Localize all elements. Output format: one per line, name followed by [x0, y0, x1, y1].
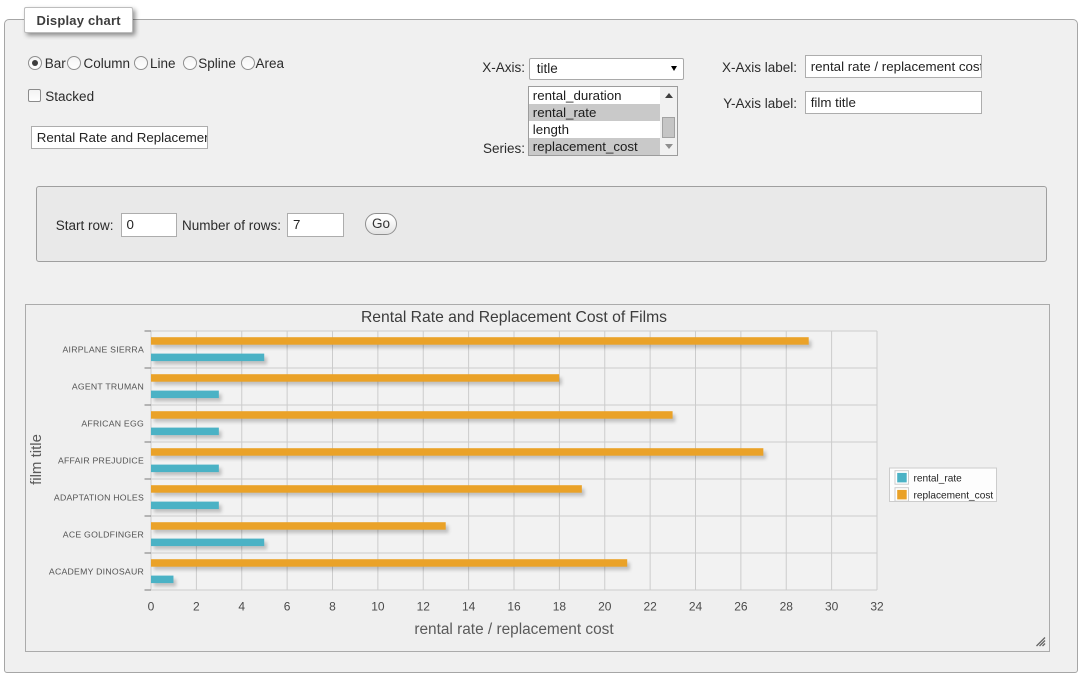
svg-text:18: 18	[552, 600, 566, 614]
svg-text:rental_rate: rental_rate	[913, 474, 962, 485]
svg-text:0: 0	[147, 600, 154, 614]
svg-text:2: 2	[193, 600, 200, 614]
svg-text:AFRICAN EGG: AFRICAN EGG	[81, 419, 144, 429]
svg-text:ADAPTATION HOLES: ADAPTATION HOLES	[53, 493, 143, 503]
svg-text:22: 22	[643, 600, 657, 614]
svg-text:ACADEMY DINOSAUR: ACADEMY DINOSAUR	[48, 567, 143, 577]
svg-text:AIRPLANE SIERRA: AIRPLANE SIERRA	[62, 345, 143, 355]
svg-text:AFFAIR PREJUDICE: AFFAIR PREJUDICE	[57, 456, 143, 466]
svg-text:28: 28	[779, 600, 793, 614]
svg-text:ACE GOLDFINGER: ACE GOLDFINGER	[62, 530, 143, 540]
svg-text:10: 10	[371, 600, 385, 614]
svg-text:32: 32	[870, 600, 884, 614]
svg-text:30: 30	[824, 600, 838, 614]
svg-text:film title: film title	[28, 434, 45, 485]
svg-text:24: 24	[688, 600, 702, 614]
svg-text:14: 14	[461, 600, 475, 614]
svg-text:AGENT TRUMAN: AGENT TRUMAN	[71, 382, 143, 392]
svg-text:replacement_cost: replacement_cost	[913, 491, 993, 502]
svg-text:26: 26	[734, 600, 748, 614]
svg-text:4: 4	[238, 600, 245, 614]
svg-text:12: 12	[416, 600, 430, 614]
svg-text:Rental Rate and Replacement Co: Rental Rate and Replacement Cost of Film…	[360, 309, 666, 326]
svg-text:8: 8	[329, 600, 336, 614]
svg-text:6: 6	[283, 600, 290, 614]
svg-text:20: 20	[598, 600, 612, 614]
svg-text:rental rate / replacement cost: rental rate / replacement cost	[414, 621, 614, 638]
svg-text:16: 16	[507, 600, 521, 614]
